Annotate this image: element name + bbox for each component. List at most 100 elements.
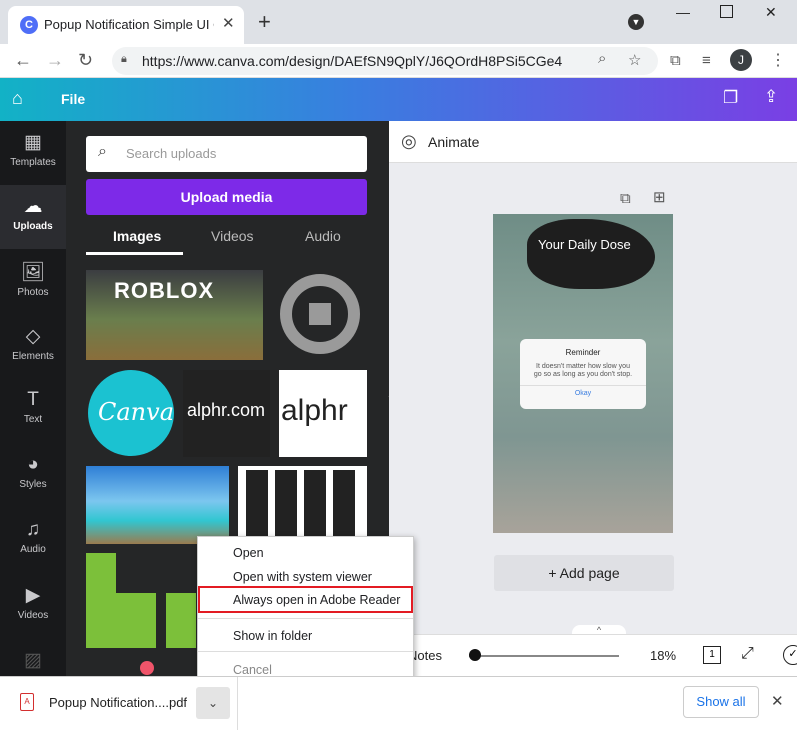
roblox-logo-text: ROBLOX <box>114 278 215 303</box>
thumbnail-alphr[interactable]: alphr <box>279 370 367 457</box>
thumbnail-hulu[interactable] <box>86 553 196 648</box>
sidebar-item-templates[interactable]: ▦ Templates <box>0 121 66 185</box>
tab-videos[interactable]: Videos <box>211 228 254 244</box>
more-pattern-icon: ▨ <box>24 650 42 671</box>
sidebar-item-label: Text <box>23 414 43 425</box>
reminder-ok-button: Okay <box>520 384 646 397</box>
thumbnail-canva[interactable]: Canva <box>86 370 174 457</box>
zoom-slider-thumb[interactable] <box>469 649 481 661</box>
reminder-body: It doesn't matter how slow you go so as … <box>533 363 633 379</box>
text-icon: T <box>27 389 39 410</box>
reload-icon[interactable]: ↻ <box>78 50 93 71</box>
video-icon: ▶ <box>25 585 41 606</box>
hulu-letter-h-part <box>116 593 156 648</box>
download-context-menu: Open Open with system viewer Always open… <box>197 536 414 686</box>
pdf-file-icon: A <box>20 693 34 711</box>
file-menu[interactable]: File <box>61 91 85 107</box>
upload-media-button[interactable]: Upload media <box>86 179 367 215</box>
design-title: Your Daily Dose <box>538 237 631 252</box>
search-placeholder: Search uploads <box>126 146 217 161</box>
add-page-icon[interactable]: ⊞ <box>653 188 666 206</box>
bookmark-star-icon[interactable]: ☆ <box>628 51 641 69</box>
tab-search-icon[interactable]: ▼ <box>628 14 644 30</box>
menu-item-open[interactable]: Open <box>233 546 264 560</box>
thumbnail-channel-logos[interactable] <box>238 466 367 544</box>
sidebar-item-text[interactable]: T Text <box>0 379 66 443</box>
animate-button[interactable]: Animate <box>428 134 479 150</box>
duplicate-page-icon[interactable]: ⧉ <box>620 190 631 207</box>
close-shelf-icon[interactable]: ✕ <box>771 692 784 710</box>
add-page-button[interactable]: + Add page <box>494 555 674 591</box>
zoom-slider[interactable] <box>469 655 619 657</box>
new-tab-icon[interactable]: + <box>258 9 271 35</box>
download-options-chevron-icon[interactable]: ⌄ <box>196 687 230 719</box>
chrome-menu-icon[interactable]: ⋮ <box>770 50 786 70</box>
pink-dot <box>140 661 154 675</box>
search-input[interactable]: ⌕ Search uploads <box>86 136 367 172</box>
sidebar-item-label: Templates <box>10 157 56 168</box>
media-queue-icon[interactable]: ≡ <box>702 52 711 69</box>
palette-icon: ◕ <box>27 454 39 475</box>
animate-icon[interactable]: ◎ <box>401 131 417 152</box>
reminder-popup: Reminder It doesn't matter how slow you … <box>520 339 646 409</box>
menu-separator <box>198 618 413 619</box>
menu-item-always-open-adobe[interactable]: Always open in Adobe Reader <box>233 593 400 607</box>
menu-item-show-in-folder[interactable]: Show in folder <box>233 629 312 643</box>
sidebar-item-label: Uploads <box>13 221 53 232</box>
show-all-button[interactable]: Show all <box>683 686 759 718</box>
sidebar-item-styles[interactable]: ◕ Styles <box>0 444 66 508</box>
window-close-icon[interactable]: ✕ <box>765 4 777 21</box>
sidebar-item-audio[interactable]: ♫ Audio <box>0 509 66 573</box>
back-icon[interactable]: ← <box>14 50 32 71</box>
menu-item-open-system-viewer[interactable]: Open with system viewer <box>233 570 372 584</box>
upload-icon: ☁ <box>23 196 43 217</box>
alphr-text: alphr <box>281 394 348 427</box>
thumbnail-alphr-com[interactable]: alphr.com <box>183 370 270 457</box>
share-upload-icon[interactable]: ⇪ <box>764 87 778 107</box>
templates-icon: ▦ <box>24 132 42 153</box>
zoom-percent[interactable]: 18% <box>650 648 676 663</box>
sidebar-item-photos[interactable]: 🖼︎ Photos <box>0 250 66 314</box>
tab-audio[interactable]: Audio <box>305 228 341 244</box>
roblox-square-icon <box>309 303 331 325</box>
zoom-lens-icon[interactable]: ⌕ <box>598 50 606 67</box>
channel-logo-grid <box>246 470 360 540</box>
sidebar-item-videos[interactable]: ▶ Videos <box>0 574 66 638</box>
close-tab-icon[interactable]: ✕ <box>222 14 235 32</box>
left-sidebar: ▦ Templates ☁ Uploads 🖼︎ Photos ◇ Elements T… <box>0 121 66 681</box>
minimize-icon[interactable]: — <box>676 4 690 20</box>
editor-footer: Notes 18% 1 ⤢ ✓ <box>389 634 797 681</box>
fullscreen-icon[interactable]: ⤢ <box>741 645 754 663</box>
sidebar-item-label: Elements <box>12 351 54 362</box>
menu-item-cancel[interactable]: Cancel <box>233 663 272 677</box>
thumbnail-roblox-icon[interactable] <box>274 270 368 360</box>
maximize-icon[interactable] <box>720 5 733 18</box>
alphr-com-text: alphr.com <box>187 400 266 420</box>
shelf-divider <box>237 677 238 730</box>
thumbnail-beach-pier[interactable] <box>86 466 229 544</box>
url-text: https://www.canva.com/design/DAEfSN9QplY… <box>142 53 562 69</box>
thumbnail-roblox[interactable]: ROBLOX <box>86 270 263 360</box>
download-file-name[interactable]: Popup Notification....pdf <box>49 695 187 710</box>
page-count-button[interactable]: 1 <box>703 646 721 664</box>
menu-separator <box>198 651 413 652</box>
tab-images[interactable]: Images <box>113 228 161 244</box>
lock-icon: 🔒︎ <box>121 53 127 65</box>
extensions-icon[interactable]: ⧉ <box>670 52 681 69</box>
copy-icon[interactable]: ❐ <box>723 88 738 108</box>
browser-tab[interactable]: C Popup Notification Simple UI Qu ✕ <box>8 6 244 44</box>
animate-bar: ◎ Animate <box>389 121 797 163</box>
sidebar-item-label: Audio <box>20 544 46 555</box>
forward-icon[interactable]: → <box>46 50 64 71</box>
profile-avatar[interactable]: J <box>730 49 752 71</box>
hulu-letter-u <box>166 593 196 648</box>
reminder-title: Reminder <box>565 348 601 357</box>
omnibox[interactable]: 🔒︎ https://www.canva.com/design/DAEfSN9Q… <box>112 47 658 75</box>
design-page[interactable]: Your Daily Dose Reminder It doesn't matt… <box>493 214 673 533</box>
sidebar-item-uploads[interactable]: ☁ Uploads <box>0 185 66 249</box>
help-check-icon[interactable]: ✓ <box>783 645 797 665</box>
download-shelf: A Popup Notification....pdf ⌄ Show all ✕ <box>0 676 797 730</box>
sidebar-item-elements[interactable]: ◇ Elements <box>0 315 66 379</box>
home-icon[interactable]: ⌂ <box>12 88 23 109</box>
music-icon: ♫ <box>25 519 41 540</box>
